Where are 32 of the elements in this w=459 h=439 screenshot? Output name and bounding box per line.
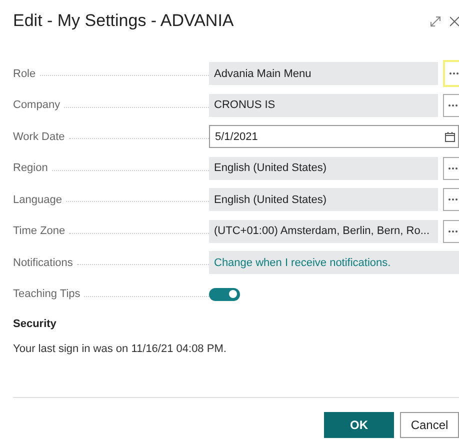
ellipsis-icon: [448, 72, 458, 76]
field-label: Region: [13, 162, 48, 174]
ellipsis-icon: [448, 166, 458, 170]
field-label: Time Zone: [13, 225, 66, 238]
calendar-icon[interactable]: [445, 132, 455, 142]
field-value[interactable]: English (United States): [209, 188, 438, 212]
field-value[interactable]: Advania Main Menu: [209, 62, 438, 86]
ellipsis-icon: [448, 230, 458, 233]
lookup-button[interactable]: [443, 220, 459, 243]
field-value[interactable]: CRONUS IS: [209, 94, 438, 117]
field-label: Notifications: [13, 256, 73, 269]
ok-button[interactable]: OK: [324, 412, 394, 438]
field-label: Role: [13, 68, 36, 80]
toggle-switch[interactable]: [209, 288, 240, 301]
field-label: Language: [13, 194, 62, 206]
expand-icon[interactable]: [430, 16, 441, 26]
ellipsis-icon: [448, 198, 458, 202]
lookup-button[interactable]: [443, 188, 459, 212]
last-sign-in-text: Your last sign in was on 11/16/21 04:08 PM.: [13, 343, 228, 355]
close-icon[interactable]: [450, 16, 459, 26]
lookup-button[interactable]: [443, 94, 459, 117]
field-value[interactable]: (UTC+01:00) Amsterdam, Berlin, Bern, Ro...: [209, 220, 438, 243]
field-label: Work Date: [13, 130, 65, 143]
field-value[interactable]: English (United States): [209, 156, 438, 180]
ellipsis-icon: [448, 104, 458, 107]
field-label: Teaching Tips: [13, 288, 80, 300]
cancel-button[interactable]: Cancel: [400, 412, 459, 438]
section-heading: Security: [13, 318, 58, 330]
dialog-title: Edit - My Settings - ADVANIA: [13, 11, 234, 31]
field-label: Company: [13, 99, 60, 112]
date-field[interactable]: 5/1/2021: [209, 125, 459, 148]
lookup-button[interactable]: [443, 156, 459, 180]
